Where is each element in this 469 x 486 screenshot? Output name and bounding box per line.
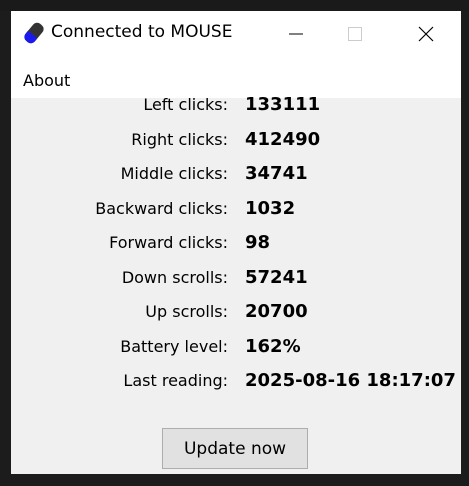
maximize-button[interactable] [332,11,378,57]
maximize-icon [348,27,362,41]
title-bar[interactable]: Connected to MOUSE [11,11,461,57]
stat-value: 133111 [245,94,321,115]
background-strip [0,0,469,11]
menu-about[interactable]: About [23,71,70,90]
minimize-button[interactable] [273,11,319,57]
stat-value: 412490 [245,129,321,150]
stat-value: 20700 [245,301,308,322]
stat-label: Middle clicks: [120,164,228,183]
stat-value: 98 [245,232,271,253]
stat-row-right-clicks: Right clicks: 412490 [11,126,461,156]
stat-row-battery-level: Battery level: 162% [11,333,461,363]
stat-label: Backward clicks: [95,199,228,218]
stat-label: Right clicks: [131,130,228,149]
stat-label: Up scrolls: [145,302,228,321]
minimize-icon [289,33,303,35]
stat-row-up-scrolls: Up scrolls: 20700 [11,298,461,328]
update-now-button[interactable]: Update now [162,428,308,469]
stat-label: Forward clicks: [109,233,228,252]
stat-value: 1032 [245,198,296,219]
mouse-icon [24,22,44,44]
stat-value: 2025-08-16 18:17:07 [245,370,456,391]
stat-row-down-scrolls: Down scrolls: 57241 [11,264,461,294]
close-button[interactable] [403,11,449,57]
stat-row-forward-clicks: Forward clicks: 98 [11,229,461,259]
stat-label: Battery level: [120,337,228,356]
close-icon [418,26,434,42]
window-title: Connected to MOUSE [51,22,233,42]
stat-value: 162% [245,336,301,357]
stat-value: 57241 [245,267,308,288]
stat-value: 34741 [245,163,308,184]
stat-row-left-clicks: Left clicks: 133111 [11,91,461,121]
stat-row-last-reading: Last reading: 2025-08-16 18:17:07 [11,367,461,397]
stat-row-middle-clicks: Middle clicks: 34741 [11,160,461,190]
stat-label: Left clicks: [143,95,228,114]
stat-label: Down scrolls: [121,268,228,287]
stat-row-backward-clicks: Backward clicks: 1032 [11,195,461,225]
stat-label: Last reading: [123,371,228,390]
app-window: Connected to MOUSE About Left clicks: 133… [11,11,461,474]
